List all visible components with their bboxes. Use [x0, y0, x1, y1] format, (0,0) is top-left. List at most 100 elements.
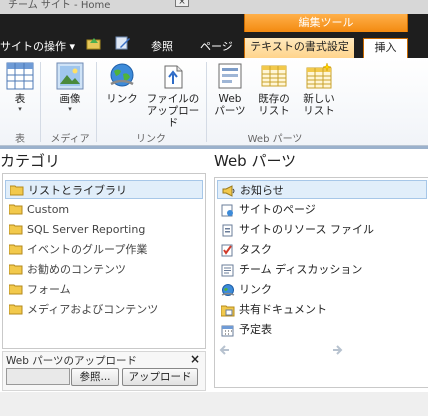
web-part-item[interactable]: タスク	[217, 240, 427, 259]
web-parts-list[interactable]: お知らせ サイトのページ サイトのリソース ファイル タスク チーム ディスカッ…	[214, 177, 428, 388]
category-label: イベントのグループ作業	[27, 243, 148, 256]
upload-panel-label: Web パーツのアップロード	[6, 355, 138, 367]
web-part-item[interactable]: サイトのページ	[217, 200, 427, 219]
task-icon	[221, 244, 233, 257]
web-part-label: お知らせ	[240, 184, 284, 197]
web-part-label: タスク	[239, 243, 272, 256]
folder-icon	[9, 304, 23, 315]
tab-page[interactable]: ページ	[200, 38, 233, 58]
upload-file-label-line1: ファイルの	[146, 93, 200, 105]
new-list-label-line2: リスト	[303, 105, 335, 117]
ribbon-group-link: リンク	[136, 134, 166, 145]
upload-file-button[interactable]: ファイルの アップロード	[145, 62, 201, 129]
announcement-icon	[222, 185, 235, 197]
web-part-upload-panel: Web パーツのアップロード × 参照... アップロード	[2, 351, 206, 391]
table-icon	[6, 62, 34, 90]
web-part-item[interactable]: リンク	[217, 280, 427, 299]
site-pages-icon	[221, 204, 233, 217]
context-tab-group-editing-tools: 編集ツール	[244, 14, 408, 32]
web-part-label-line1: Web	[218, 93, 242, 105]
upload-file-icon	[164, 65, 183, 89]
tab-insert[interactable]: 挿入	[363, 38, 408, 58]
folder-open-icon	[10, 185, 24, 196]
image-button-label: 画像	[59, 93, 81, 105]
ribbon-group-table: 表	[15, 134, 25, 145]
existing-list-label-line1: 既存の	[258, 93, 290, 105]
insert-image-button[interactable]: 画像 ▾	[50, 62, 90, 113]
folder-icon	[9, 224, 23, 235]
resource-file-icon	[222, 224, 233, 237]
category-label: SQL Server Reporting	[27, 223, 146, 236]
existing-list-button[interactable]: 既存の リスト	[253, 62, 295, 117]
window-titlebar: チーム サイト - Home ×	[0, 0, 428, 14]
link-button-label: リンク	[106, 93, 138, 105]
page-footer-area	[0, 392, 428, 416]
folder-icon	[9, 284, 23, 295]
upload-file-path-input[interactable]	[6, 368, 70, 385]
folder-icon	[9, 204, 23, 215]
web-part-label-line2: パーツ	[214, 105, 246, 117]
category-label: リストとライブラリ	[28, 184, 127, 197]
folder-icon	[9, 244, 23, 255]
top-navigation-bar: 編集ツール サイトの操作 ▾ 参照 ページ テキストの書式設定 挿入	[0, 14, 428, 58]
edit-page-icon[interactable]	[115, 36, 131, 50]
previous-page-arrow-icon[interactable]	[219, 344, 231, 356]
web-part-icon	[218, 63, 242, 89]
upload-button[interactable]: アップロード	[122, 368, 198, 386]
chevron-down-icon: ▾	[18, 105, 22, 113]
web-part-item[interactable]: お知らせ	[217, 180, 427, 199]
table-button-label: 表	[14, 93, 26, 105]
new-list-label-line1: 新しい	[303, 93, 335, 105]
existing-list-icon	[261, 65, 287, 87]
ribbon-bottom-border	[0, 146, 428, 149]
web-part-label: リンク	[239, 283, 272, 296]
site-actions-menu[interactable]: サイトの操作 ▾	[0, 38, 75, 58]
new-list-button[interactable]: 新しい リスト	[298, 62, 340, 117]
insert-web-part-button[interactable]: Web パーツ	[210, 62, 250, 117]
folder-icon	[9, 264, 23, 275]
chevron-down-icon: ▾	[68, 105, 72, 113]
category-label: フォーム	[27, 283, 71, 296]
ribbon-group-web-parts: Web パーツ	[247, 134, 303, 145]
close-icon[interactable]: ×	[175, 0, 189, 7]
web-part-item[interactable]: 共有ドキュメント	[217, 300, 427, 319]
existing-list-label-line2: リスト	[258, 105, 290, 117]
web-part-item[interactable]: チーム ディスカッション	[217, 260, 427, 279]
discussion-icon	[221, 264, 234, 277]
navigate-up-icon[interactable]	[86, 36, 102, 50]
window-title: チーム サイト - Home	[8, 0, 111, 11]
tab-browse[interactable]: 参照	[151, 38, 173, 58]
categories-heading: カテゴリ	[0, 152, 61, 170]
web-part-label: 共有ドキュメント	[239, 303, 327, 316]
category-label: Custom	[27, 203, 70, 216]
shared-docs-icon	[221, 305, 235, 317]
link-icon	[221, 284, 235, 296]
category-label: お勧めのコンテンツ	[27, 263, 126, 276]
web-parts-heading: Web パーツ	[214, 152, 297, 170]
categories-list[interactable]: リストとライブラリ Custom SQL Server Reporting イベ…	[2, 173, 206, 349]
ribbon-separator	[206, 62, 207, 142]
web-part-label: サイトのリソース ファイル	[239, 223, 374, 236]
new-list-icon	[306, 62, 332, 89]
image-icon	[56, 62, 84, 90]
ribbon-separator	[96, 62, 97, 142]
context-group-label: 編集ツール	[298, 16, 354, 29]
web-part-label: チーム ディスカッション	[239, 263, 363, 276]
web-part-item[interactable]: サイトのリソース ファイル	[217, 220, 427, 239]
category-label: メディアおよびコンテンツ	[27, 303, 159, 316]
ribbon: 表 ▾ 画像 ▾ リンク ファイルの アップロード Web パーツ 既存の リス…	[0, 58, 428, 146]
close-icon[interactable]: ×	[190, 352, 200, 366]
next-page-arrow-icon[interactable]	[331, 344, 343, 356]
web-part-item[interactable]: 予定表	[217, 320, 427, 339]
link-globe-icon	[110, 63, 134, 87]
ribbon-separator	[40, 62, 41, 142]
category-item[interactable]: リストとライブラリ	[5, 180, 203, 199]
web-part-label: 予定表	[239, 323, 272, 336]
ribbon-group-media: メディア	[50, 134, 90, 145]
upload-file-label-line2: アップロード	[146, 105, 200, 129]
insert-link-button[interactable]: リンク	[103, 62, 141, 105]
calendar-icon	[221, 325, 234, 337]
tab-format-text[interactable]: テキストの書式設定	[244, 38, 354, 58]
insert-table-button[interactable]: 表 ▾	[3, 62, 37, 113]
browse-button[interactable]: 参照...	[71, 368, 119, 386]
